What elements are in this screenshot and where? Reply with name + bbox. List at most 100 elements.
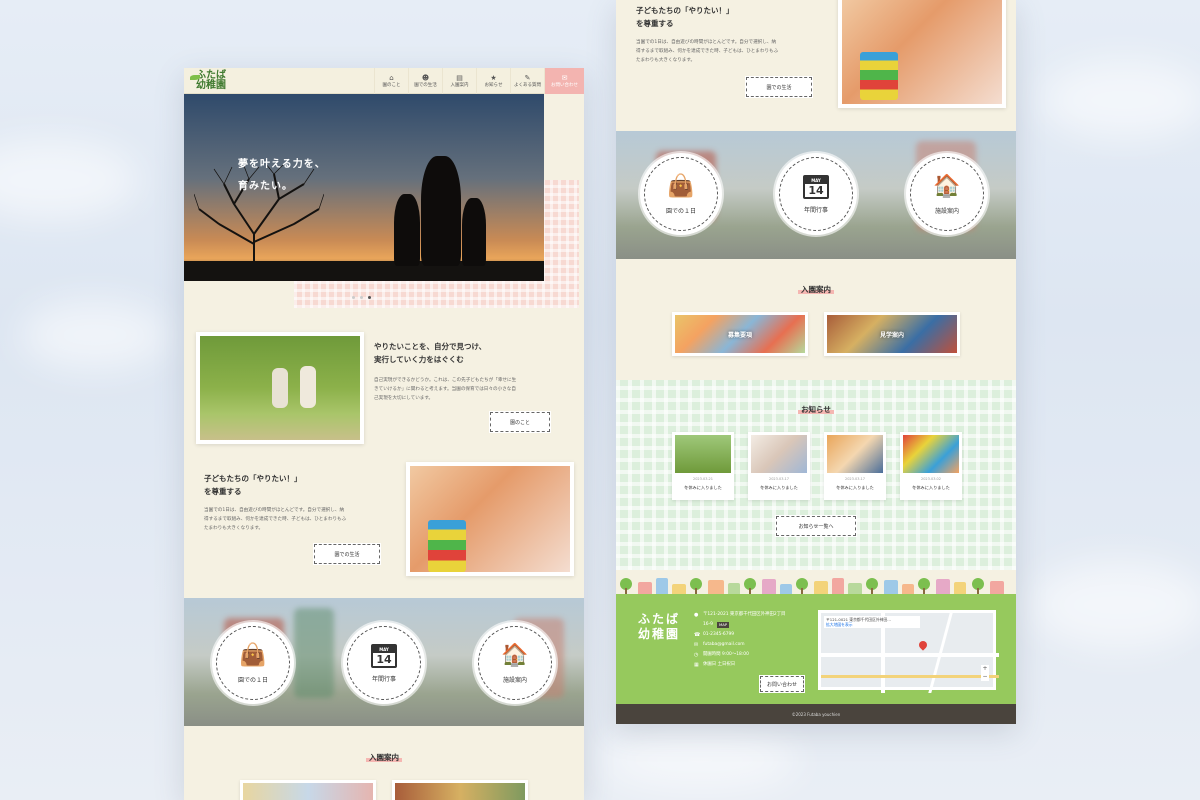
daily-schedule-link[interactable]: 👜 園での１日: [212, 622, 294, 704]
circle-label: 園での１日: [665, 207, 696, 215]
admission-heading-text: 入園案内: [798, 285, 834, 294]
slider-dot[interactable]: [360, 296, 363, 299]
footer-contact-info: ● 〒121-2021 東京都千代田区外神田2丁目 16-9 MAP ☎ 01-234…: [694, 610, 785, 670]
address-line2: 16-9: [703, 622, 713, 627]
nav-item-news[interactable]: ★ お知らせ: [476, 68, 510, 94]
circle-label: 園での１日: [237, 676, 268, 684]
news-title: 冬休みに入りました: [912, 485, 950, 490]
daily-schedule-link[interactable]: 👜 園での１日: [640, 153, 722, 235]
background-cloud: [20, 300, 170, 370]
map-road: [821, 653, 999, 657]
background-cloud: [1040, 60, 1200, 140]
tree-icon: [690, 578, 702, 594]
footer-logo[interactable]: ふたば 幼稚園: [638, 612, 680, 642]
about-title: やりたいことを、自分で見つけ、 実行していく力をはぐくむ: [374, 340, 486, 366]
facilities-link[interactable]: 🏠 施設案内: [474, 622, 556, 704]
tree-icon: [866, 578, 878, 594]
tree-icon: [972, 578, 984, 594]
phone-number[interactable]: 01-2345-6799: [703, 630, 734, 640]
house-icon: 🏠: [933, 173, 961, 199]
news-thumbnail: [903, 435, 959, 473]
about-button[interactable]: 園のこと: [489, 411, 551, 433]
tour-guide-card[interactable]: 見学案内: [824, 312, 960, 356]
house-illustration: [762, 579, 776, 594]
house-illustration: [814, 581, 828, 594]
admission-heading: 入園案内: [184, 752, 584, 763]
holidays: 休園日 土日祝日: [703, 662, 736, 667]
nav-label: 園のこと: [382, 83, 401, 88]
news-thumbnail: [675, 435, 731, 473]
admission-card-partial[interactable]: [392, 780, 528, 800]
hero-line1: 夢を叶える力を、: [238, 159, 326, 170]
news-item[interactable]: 2023.03.21 冬休みに入りました: [672, 432, 734, 500]
town-illustration: [616, 568, 1016, 594]
news-date: 2023.03.02: [920, 477, 942, 481]
nav-item-life[interactable]: ☻ 園での生活: [408, 68, 442, 94]
mockup-page-bottom: 子どもたちの「やりたい！」 を尊重する 当園での1日は、自由遊びの時間がほとんど…: [616, 0, 1016, 724]
news-title: 冬休みに入りました: [836, 485, 874, 490]
calendar-icon: 14: [803, 174, 829, 199]
slider-dot-active[interactable]: [368, 296, 371, 299]
life-text-line3: たまわりも大きくなります。: [636, 58, 696, 63]
admission-card-partial[interactable]: [240, 780, 376, 800]
nav-item-faq[interactable]: ✎ よくある質問: [510, 68, 544, 94]
address-line1: 〒121-2021 東京都千代田区外神田2丁目: [703, 612, 786, 617]
child-silhouette: [462, 198, 486, 266]
news-heading: お知らせ: [616, 404, 1016, 415]
footer-contact-button[interactable]: お問い合わせ: [759, 675, 805, 693]
news-item[interactable]: 2023.03.17 冬休みに入りました: [748, 432, 810, 500]
life-button[interactable]: 園での生活: [313, 543, 381, 565]
hours-row: ◷ 開園時間 9:00～18:00: [694, 650, 785, 660]
nav-item-contact[interactable]: ✉ お問い合わせ: [544, 68, 584, 94]
life-photo: [406, 462, 574, 576]
life-text-right: 当園での1日は、自由遊びの時間がほとんどです。自分で選択し、納 得するまで取組み…: [636, 38, 826, 65]
about-title-line2: 実行していく力をはぐくむ: [374, 355, 464, 364]
annual-events-link[interactable]: 14 年間行事: [775, 153, 857, 235]
house-illustration: [990, 581, 1004, 594]
mail-icon: ✉: [561, 74, 568, 82]
facilities-link[interactable]: 🏠 施設案内: [906, 153, 988, 235]
slider-dot[interactable]: [352, 296, 355, 299]
news-heading-text: お知らせ: [798, 405, 834, 414]
nav-label: よくある質問: [514, 83, 541, 88]
house-illustration: [936, 579, 950, 594]
email-address[interactable]: futaba@gmail.com: [703, 640, 745, 650]
document-icon: ▤: [456, 74, 463, 82]
life-photo-right: [838, 0, 1006, 108]
recruitment-guide-card[interactable]: 募集要項: [672, 312, 808, 356]
map-pin-icon: [917, 639, 929, 651]
playground-band: 👜 園での１日 14 年間行事 🏠 施設案内: [184, 598, 584, 726]
map-enlarge-link[interactable]: 拡大地図を表示: [826, 622, 918, 627]
holiday-row: ▦ 休園日 土日祝日: [694, 660, 785, 670]
bag-icon: 👜: [239, 642, 267, 668]
life-title-right: 子どもたちの「やりたい！」 を尊重する: [636, 4, 734, 30]
child-silhouette: [394, 194, 420, 266]
about-title-line1: やりたいことを、自分で見つけ、: [374, 342, 487, 351]
annual-events-link[interactable]: 14 年間行事: [343, 622, 425, 704]
news-thumbnail: [751, 435, 807, 473]
slider-dots: [352, 296, 371, 299]
news-list-button[interactable]: お知らせ一覧へ: [775, 515, 857, 537]
map-tag[interactable]: MAP: [716, 622, 730, 628]
nav-label: お知らせ: [484, 83, 503, 88]
site-logo[interactable]: ふたば 幼稚園: [190, 71, 226, 91]
map-info-box: 〒121-0021 東京都千代田区外神田... 拡大地図を表示: [824, 616, 920, 628]
phone-row: ☎ 01-2345-6799: [694, 630, 785, 640]
life-text-line3: たまわりも大きくなります。: [204, 526, 264, 531]
house-illustration: [902, 584, 914, 594]
star-icon: ★: [490, 74, 497, 82]
tree-icon: [744, 578, 756, 594]
zoom-control[interactable]: + −: [981, 665, 989, 681]
news-item[interactable]: 2023.03.17 冬休みに入りました: [824, 432, 886, 500]
nav-item-admission[interactable]: ▤ 入園案内: [442, 68, 476, 94]
background-cloud: [1030, 560, 1200, 650]
calendar-icon: 14: [371, 643, 397, 668]
google-map[interactable]: 〒121-0021 東京都千代田区外神田... 拡大地図を表示 + −: [818, 610, 999, 693]
nav-item-about[interactable]: ⌂ 園のこと: [374, 68, 408, 94]
life-text-line1: 当園での1日は、自由遊びの時間がほとんどです。自分で選択し、納: [204, 508, 345, 513]
background-cloud: [600, 730, 800, 790]
news-item[interactable]: 2023.03.02 冬休みに入りました: [900, 432, 962, 500]
house-illustration: [656, 578, 668, 594]
life-button-right[interactable]: 園での生活: [745, 76, 813, 98]
footer-logo-line2: 幼稚園: [638, 627, 681, 641]
